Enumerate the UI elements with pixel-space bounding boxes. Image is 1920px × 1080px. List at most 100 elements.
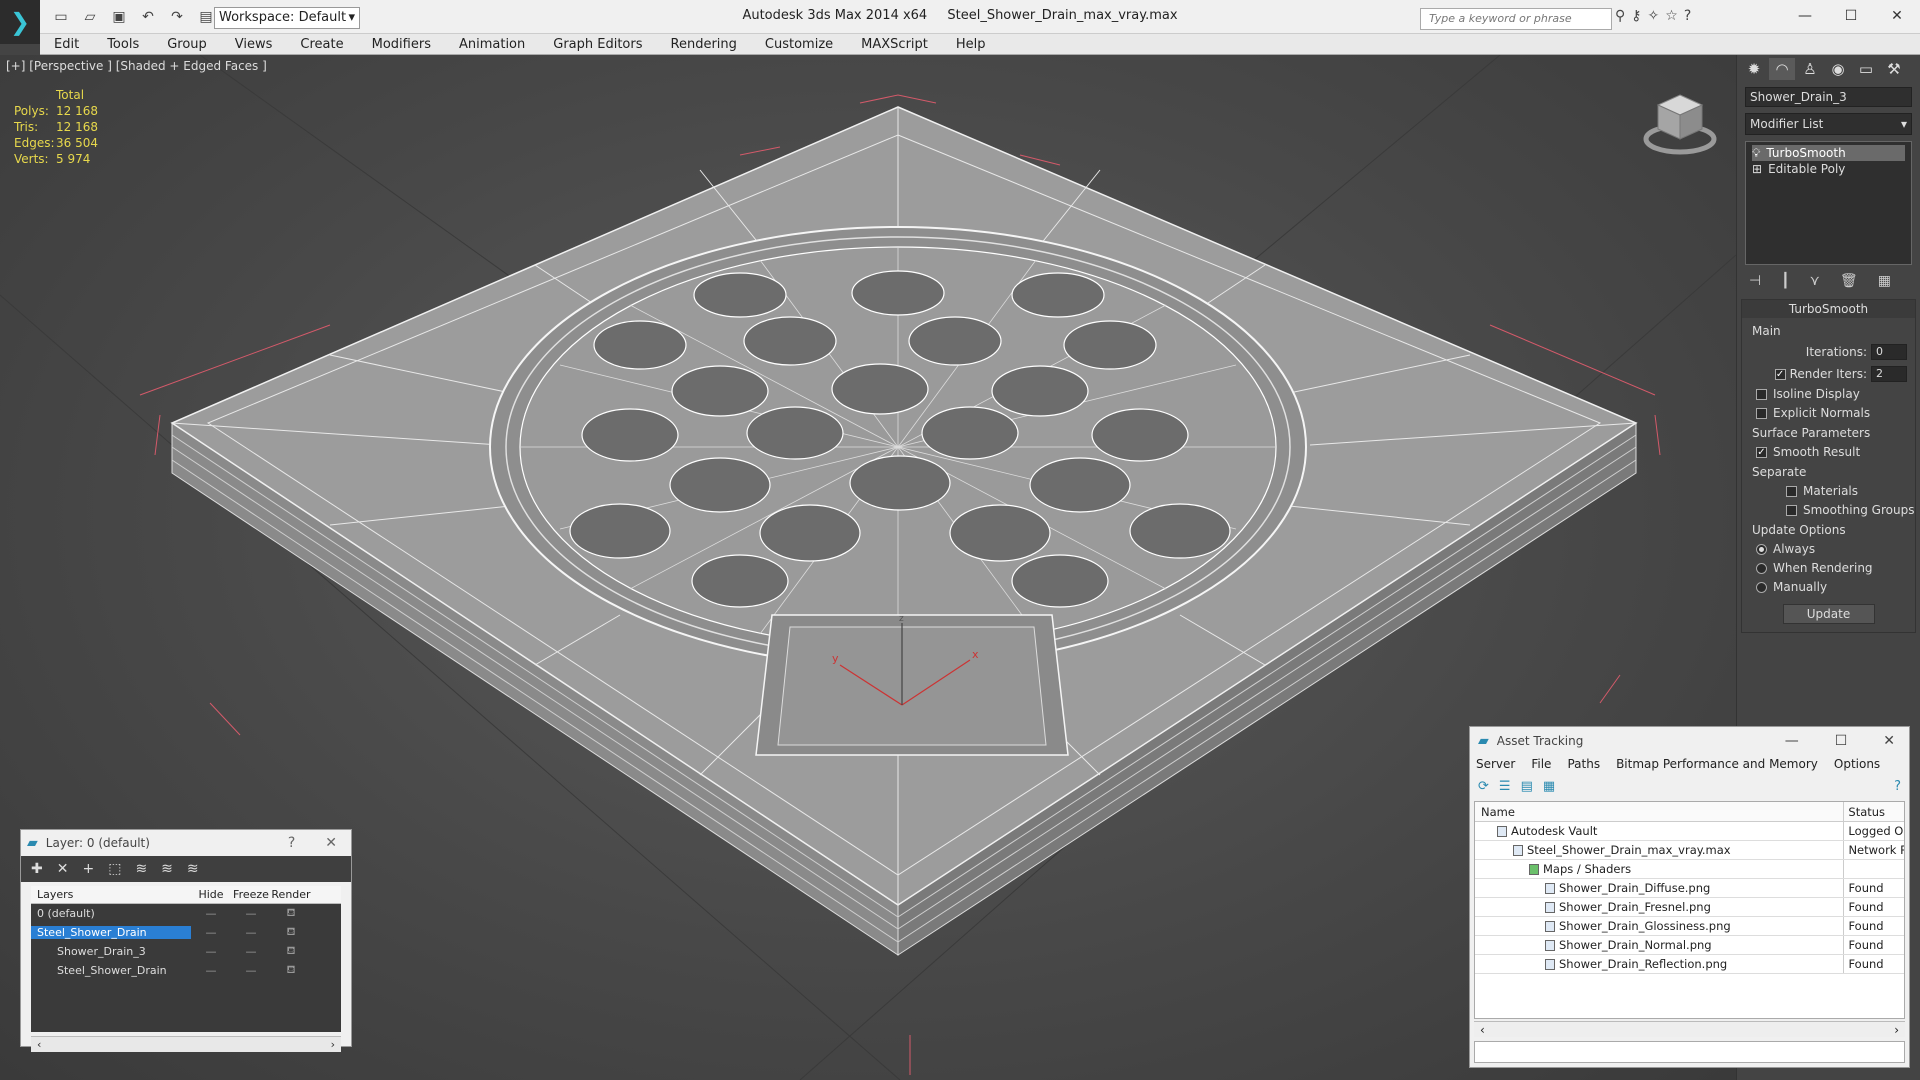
modify-tab-icon[interactable]: ◠ xyxy=(1769,58,1795,80)
col-freeze[interactable]: Freeze xyxy=(231,888,271,901)
show-end-result-icon[interactable]: ┃ xyxy=(1781,273,1789,289)
table-view-icon[interactable]: ▦ xyxy=(1543,779,1555,794)
close-icon[interactable]: ✕ xyxy=(1883,733,1895,749)
menu-tools[interactable]: Tools xyxy=(107,37,139,52)
make-unique-icon[interactable]: ⋎ xyxy=(1810,273,1820,289)
update-button[interactable]: Update xyxy=(1782,604,1875,624)
layer-row[interactable]: Steel_Shower_Drain — — ⛾ xyxy=(31,923,341,942)
smooth-result-checkbox[interactable]: ✓ xyxy=(1756,446,1767,458)
delete-layer-icon[interactable]: ✕ xyxy=(57,861,69,877)
asset-row[interactable]: Steel_Shower_Drain_max_vray.max Network … xyxy=(1475,841,1904,860)
app-logo-icon[interactable]: ❯ xyxy=(0,0,40,44)
lightbulb-icon[interactable]: 💡︎ xyxy=(1752,146,1760,161)
menu-maxscript[interactable]: MAXScript xyxy=(861,37,928,52)
select-objects-icon[interactable]: ⬚ xyxy=(108,861,121,877)
asset-menu-server[interactable]: Server xyxy=(1476,757,1515,771)
hide-toggle[interactable]: — xyxy=(191,964,231,977)
scroll-left-icon[interactable]: ‹ xyxy=(1480,1023,1485,1037)
asset-menu-file[interactable]: File xyxy=(1531,757,1551,771)
freeze-toggle[interactable]: — xyxy=(231,964,271,977)
menu-rendering[interactable]: Rendering xyxy=(671,37,737,52)
menu-animation[interactable]: Animation xyxy=(459,37,525,52)
workspace-dropdown[interactable]: Workspace: Default ▾ xyxy=(214,7,360,29)
col-name[interactable]: Name xyxy=(1475,802,1845,821)
binoculars-icon[interactable]: ⚲ xyxy=(1615,8,1625,24)
help-icon[interactable]: ? xyxy=(1684,8,1691,24)
iterations-spinner[interactable]: 0 xyxy=(1871,344,1907,360)
freeze-toggle[interactable]: — xyxy=(231,945,271,958)
layer-close-button[interactable]: ✕ xyxy=(325,835,337,851)
when-rendering-radio[interactable] xyxy=(1756,562,1767,574)
menu-group[interactable]: Group xyxy=(167,37,207,52)
object-name-field[interactable]: Shower_Drain_3 xyxy=(1745,87,1912,107)
asset-row[interactable]: Maps / Shaders xyxy=(1475,860,1904,879)
motion-tab-icon[interactable]: ◉ xyxy=(1825,58,1851,80)
maximize-icon[interactable]: ☐ xyxy=(1835,733,1848,749)
asset-menu-paths[interactable]: Paths xyxy=(1567,757,1600,771)
menu-graph-editors[interactable]: Graph Editors xyxy=(553,37,642,52)
render-teapot-icon[interactable]: ⛾ xyxy=(271,925,311,940)
asset-menu-options[interactable]: Options xyxy=(1834,757,1880,771)
menu-customize[interactable]: Customize xyxy=(765,37,833,52)
list-view-icon[interactable]: ☰ xyxy=(1499,779,1511,794)
isoline-checkbox[interactable] xyxy=(1756,388,1767,400)
scroll-right-icon[interactable]: › xyxy=(1894,1023,1899,1037)
col-render[interactable]: Render xyxy=(271,888,311,901)
col-layers[interactable]: Layers xyxy=(31,888,191,901)
hide-all-layers-icon[interactable]: ≋ xyxy=(161,861,173,877)
tree-view-icon[interactable]: ▤ xyxy=(1521,779,1533,794)
viewcube-icon[interactable] xyxy=(1640,83,1720,163)
save-icon[interactable]: ▣ xyxy=(106,7,132,27)
explicit-normals-checkbox[interactable] xyxy=(1756,407,1767,419)
configure-modifier-sets-icon[interactable]: ▦ xyxy=(1878,273,1891,289)
asset-hscrollbar[interactable]: ‹ › xyxy=(1474,1021,1905,1037)
menu-modifiers[interactable]: Modifiers xyxy=(372,37,431,52)
asset-path-field[interactable] xyxy=(1474,1041,1905,1063)
highlight-layer-icon[interactable]: ≋ xyxy=(135,861,147,877)
communication-icon[interactable]: ✧ xyxy=(1648,8,1660,24)
hierarchy-tab-icon[interactable]: ♙ xyxy=(1797,58,1823,80)
freeze-toggle[interactable]: — xyxy=(231,926,271,939)
manually-radio[interactable] xyxy=(1756,581,1767,593)
display-tab-icon[interactable]: ▭ xyxy=(1853,58,1879,80)
materials-checkbox[interactable] xyxy=(1786,485,1797,497)
render-iters-checkbox[interactable]: ✓ xyxy=(1774,368,1786,380)
remove-modifier-icon[interactable]: 🗑︎ xyxy=(1840,273,1858,289)
create-layer-icon[interactable]: ✚ xyxy=(31,861,43,877)
search-input[interactable]: Type a keyword or phrase xyxy=(1420,8,1612,30)
asset-row[interactable]: Shower_Drain_Glossiness.png Found xyxy=(1475,917,1904,936)
always-radio[interactable] xyxy=(1756,543,1767,555)
undo-icon[interactable]: ↶ xyxy=(135,7,161,27)
scroll-right-icon[interactable]: › xyxy=(331,1038,335,1051)
close-icon[interactable]: ✕ xyxy=(1874,0,1920,32)
asset-row[interactable]: Shower_Drain_Diffuse.png Found xyxy=(1475,879,1904,898)
expand-plus-icon[interactable]: ⊞ xyxy=(1752,162,1762,176)
hide-toggle[interactable]: — xyxy=(191,907,231,920)
minimize-icon[interactable]: — xyxy=(1782,0,1828,32)
new-file-icon[interactable]: ▭ xyxy=(48,7,74,27)
col-hide[interactable]: Hide xyxy=(191,888,231,901)
render-teapot-icon[interactable]: ⛾ xyxy=(271,906,311,921)
render-iters-spinner[interactable]: 2 xyxy=(1871,366,1907,382)
help-icon[interactable]: ? xyxy=(1894,779,1909,794)
freeze-all-layers-icon[interactable]: ≋ xyxy=(187,861,199,877)
rollout-title[interactable]: TurboSmooth xyxy=(1742,300,1915,318)
favorites-star-icon[interactable]: ☆ xyxy=(1665,8,1678,24)
menu-help[interactable]: Help xyxy=(956,37,986,52)
menu-edit[interactable]: Edit xyxy=(54,37,79,52)
maximize-icon[interactable]: ☐ xyxy=(1828,0,1874,32)
asset-row[interactable]: Autodesk Vault Logged Ou xyxy=(1475,822,1904,841)
utilities-tab-icon[interactable]: ⚒ xyxy=(1881,58,1907,80)
open-file-icon[interactable]: ▱ xyxy=(77,7,103,27)
hide-toggle[interactable]: — xyxy=(191,945,231,958)
redo-icon[interactable]: ↷ xyxy=(164,7,190,27)
layer-help-button[interactable]: ? xyxy=(288,835,295,851)
key-icon[interactable]: ⚷ xyxy=(1631,8,1641,24)
pin-stack-icon[interactable]: ⊣ xyxy=(1749,273,1761,289)
layer-row[interactable]: 0 (default) — — ⛾ xyxy=(31,904,341,923)
asset-row[interactable]: Shower_Drain_Normal.png Found xyxy=(1475,936,1904,955)
refresh-icon[interactable]: ⟳ xyxy=(1478,779,1489,794)
asset-row[interactable]: Shower_Drain_Reflection.png Found xyxy=(1475,955,1904,974)
menu-create[interactable]: Create xyxy=(300,37,343,52)
scroll-left-icon[interactable]: ‹ xyxy=(37,1038,41,1051)
